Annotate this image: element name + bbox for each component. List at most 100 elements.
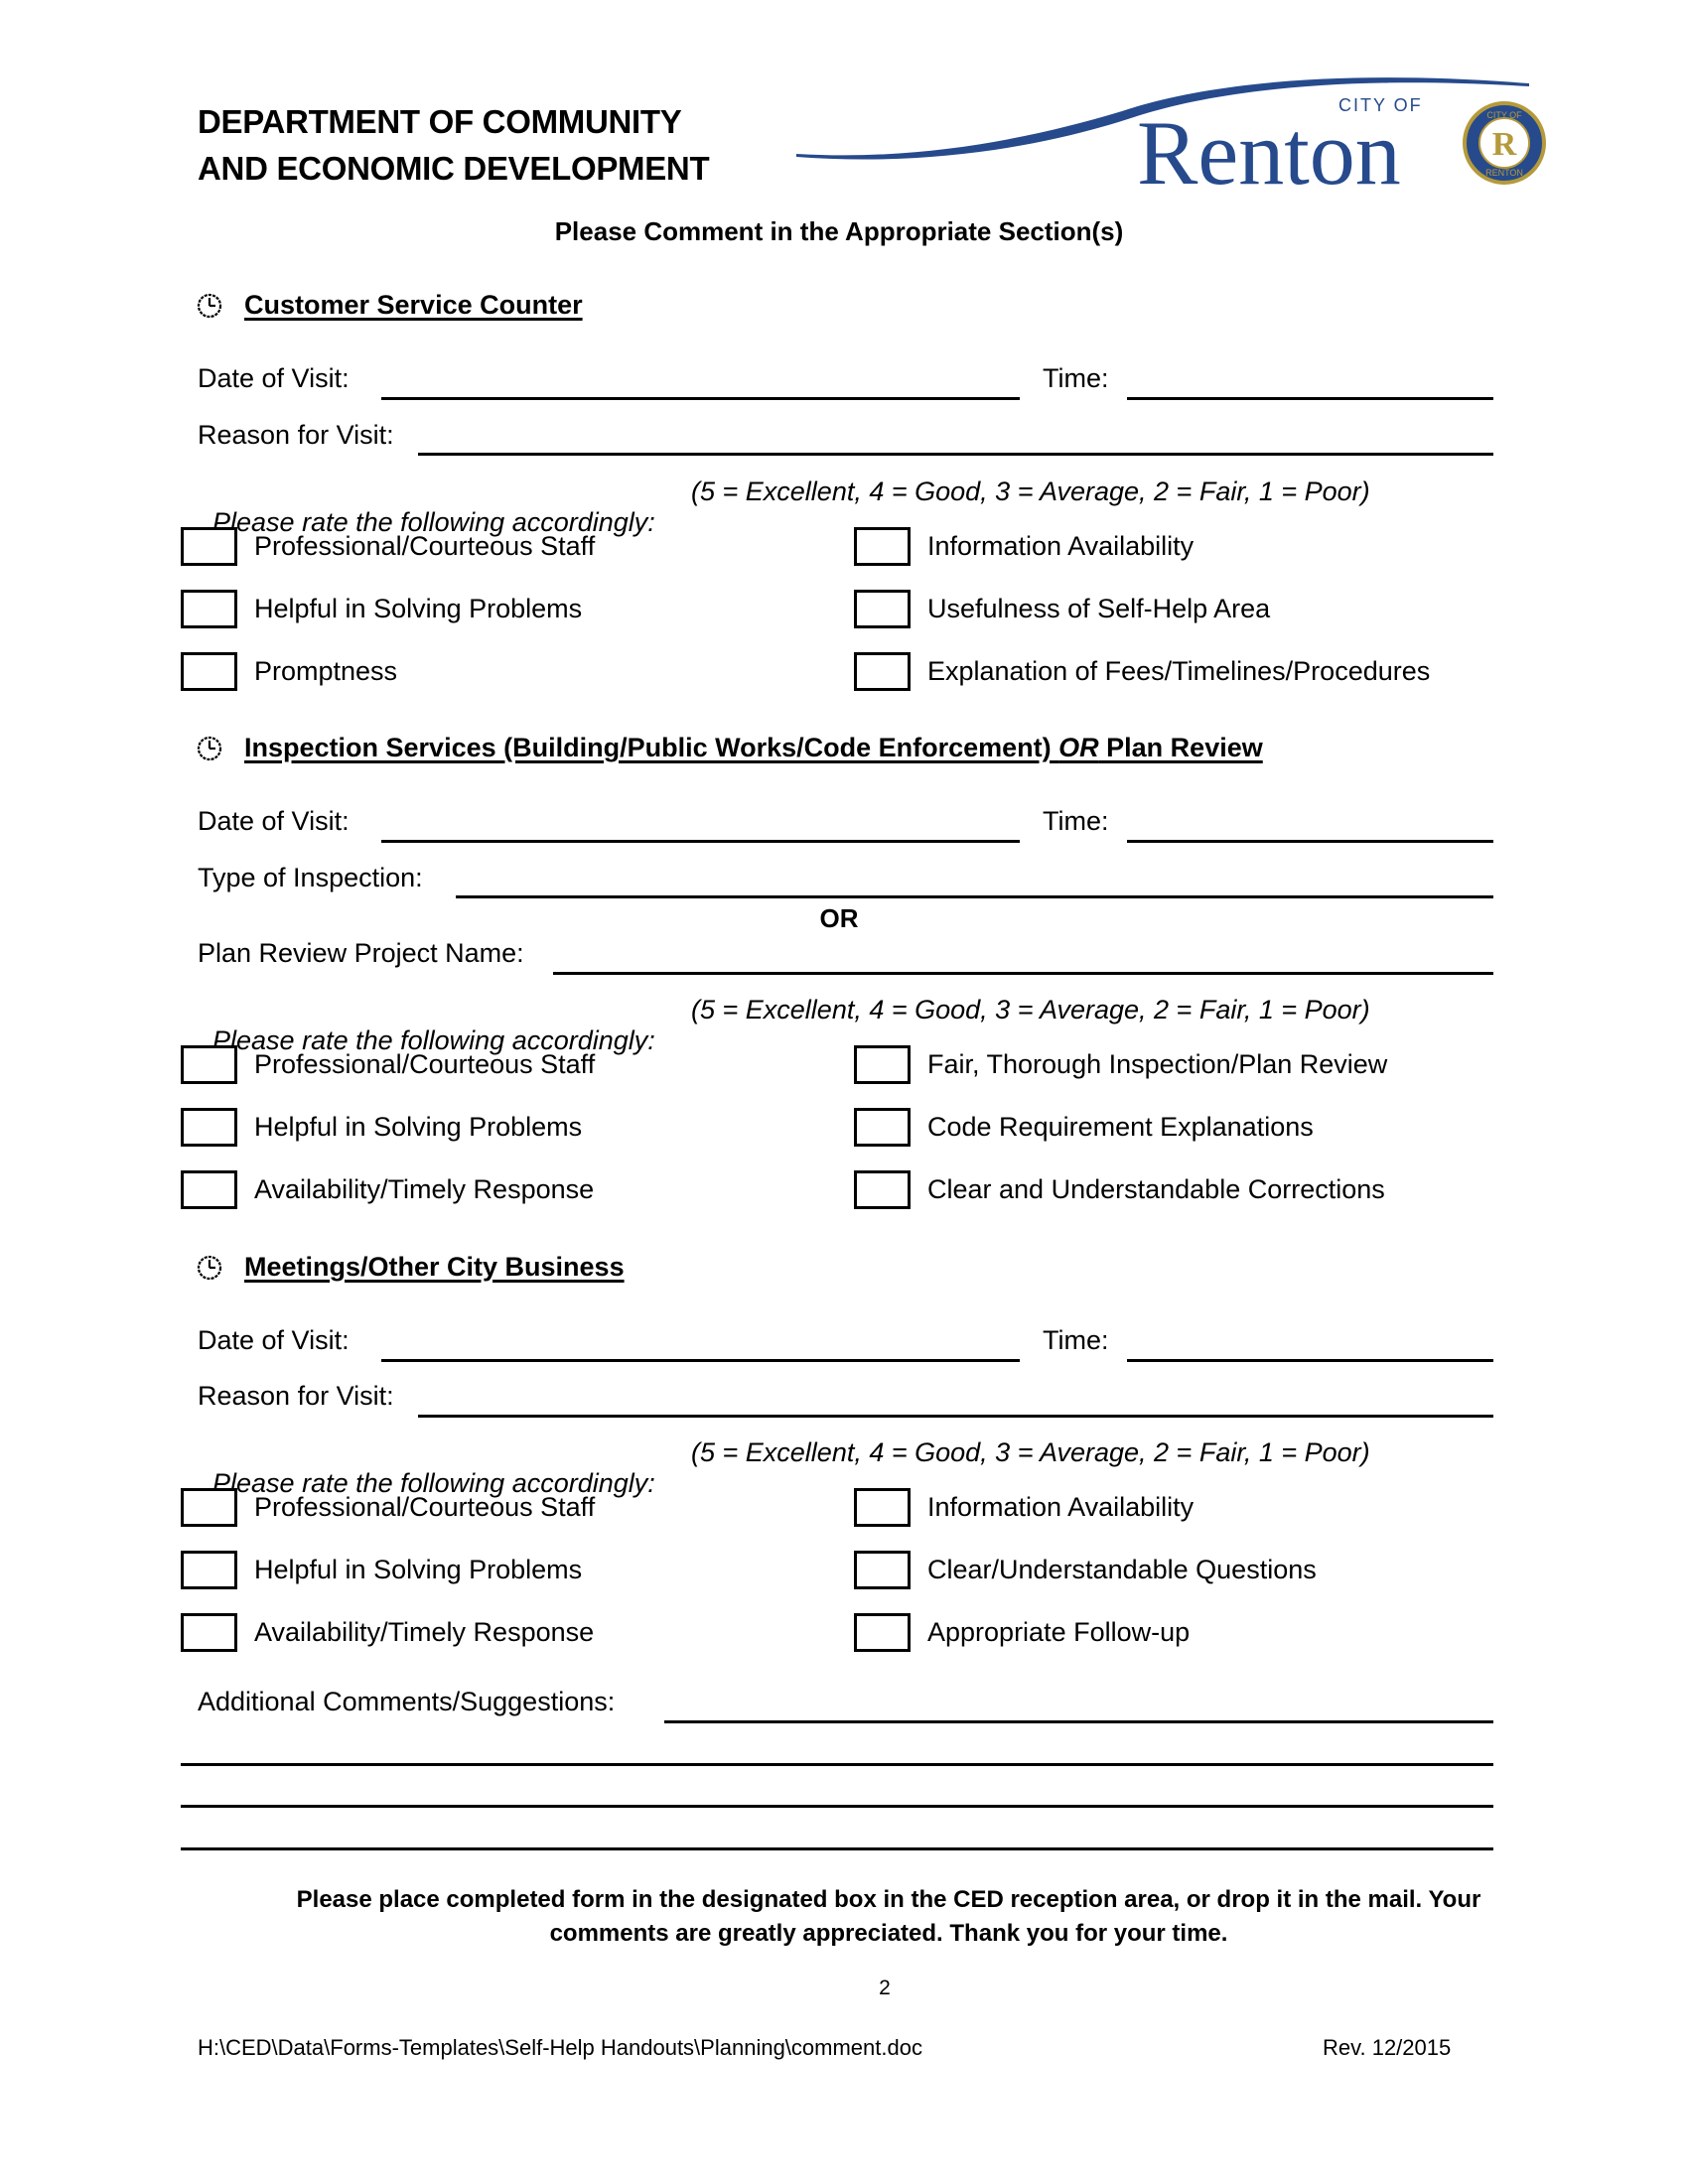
rating-item-label: Helpful in Solving Problems (254, 1555, 583, 1584)
rating-box[interactable] (181, 1045, 237, 1084)
time-field[interactable] (1127, 397, 1493, 400)
rating-box[interactable] (854, 527, 911, 566)
clock-icon (197, 1255, 222, 1280)
department-name-line-1: DEPARTMENT OF COMMUNITY (198, 103, 682, 140)
section-title: Meetings/Other City Business (244, 1252, 625, 1282)
form-subtitle: Please Comment in the Appropriate Sectio… (554, 216, 1124, 246)
rating-item: Usefulness of Self-Help Area (854, 590, 1270, 628)
plan-review-project-name-field[interactable] (553, 972, 1493, 975)
rating-box[interactable] (854, 590, 911, 628)
rating-item-label: Clear and Understandable Corrections (927, 1174, 1385, 1204)
additional-comments-label: Additional Comments/Suggestions: (198, 1687, 616, 1716)
rating-item: Clear and Understandable Corrections (854, 1170, 1385, 1209)
rating-box[interactable] (181, 1551, 237, 1589)
reason-for-visit-label: Reason for Visit: (198, 1381, 394, 1411)
reason-for-visit-field[interactable] (418, 453, 1493, 456)
rating-item: Helpful in Solving Problems (181, 1108, 582, 1147)
rating-box[interactable] (181, 527, 237, 566)
rating-item-label: Information Availability (927, 1492, 1195, 1522)
date-of-visit-label: Date of Visit: (198, 806, 350, 836)
rating-item-label: Appropriate Follow-up (927, 1617, 1191, 1647)
time-label: Time: (1043, 806, 1109, 836)
rating-box[interactable] (854, 1170, 911, 1209)
section-title: Inspection Services (Building/Public Wor… (244, 733, 1263, 762)
type-of-inspection-field[interactable] (456, 895, 1493, 898)
rating-item-label: Clear/Understandable Questions (927, 1555, 1317, 1584)
rating-scale: (5 = Excellent, 4 = Good, 3 = Average, 2… (691, 1437, 1370, 1467)
rating-item-label: Fair, Thorough Inspection/Plan Review (927, 1049, 1388, 1079)
city-of-renton-logo: CITY OF Renton R CITY OF RENTON (796, 77, 1546, 201)
rating-item: Fair, Thorough Inspection/Plan Review (854, 1045, 1387, 1084)
rating-box[interactable] (181, 1488, 237, 1527)
rating-item: Helpful in Solving Problems (181, 1551, 582, 1589)
time-field[interactable] (1127, 1359, 1493, 1362)
comments-line[interactable] (181, 1805, 1493, 1808)
logo-renton-text: Renton (1137, 102, 1401, 201)
rating-box[interactable] (854, 1551, 911, 1589)
date-of-visit-field[interactable] (381, 840, 1020, 843)
section-heading-meetings: Meetings/Other City Business (197, 1252, 625, 1283)
rating-item-label: Helpful in Solving Problems (254, 1112, 583, 1142)
comments-line[interactable] (181, 1847, 1493, 1850)
rating-scale: (5 = Excellent, 4 = Good, 3 = Average, 2… (691, 995, 1370, 1024)
date-of-visit-field[interactable] (381, 397, 1020, 400)
submission-instructions-line-2: comments are greatly appreciated. Thank … (549, 1920, 1228, 1947)
type-of-inspection-label: Type of Inspection: (198, 863, 423, 892)
rating-item: Availability/Timely Response (181, 1170, 594, 1209)
time-label: Time: (1043, 363, 1109, 393)
rating-item: Information Availability (854, 1488, 1194, 1527)
rating-item-label: Professional/Courteous Staff (254, 1049, 596, 1079)
rating-box[interactable] (854, 1613, 911, 1652)
rating-box[interactable] (854, 1108, 911, 1147)
page-number: 2 (879, 1977, 891, 1999)
rating-box[interactable] (181, 1108, 237, 1147)
reason-for-visit-field[interactable] (418, 1415, 1493, 1418)
rating-item: Availability/Timely Response (181, 1613, 594, 1652)
section-heading-inspection-services: Inspection Services (Building/Public Wor… (197, 733, 1263, 763)
rating-item: Professional/Courteous Staff (181, 527, 595, 566)
comments-line[interactable] (181, 1763, 1493, 1766)
svg-text:CITY OF: CITY OF (1486, 110, 1522, 120)
rating-item: Professional/Courteous Staff (181, 1045, 595, 1084)
or-separator: OR (819, 903, 859, 933)
rating-box[interactable] (181, 590, 237, 628)
rating-box[interactable] (181, 1613, 237, 1652)
rating-item: Professional/Courteous Staff (181, 1488, 595, 1527)
rating-item: Explanation of Fees/Timelines/Procedures (854, 652, 1430, 691)
clock-icon (197, 293, 222, 318)
rating-item-label: Code Requirement Explanations (927, 1112, 1314, 1142)
section-title: Customer Service Counter (244, 290, 583, 320)
rating-item: Appropriate Follow-up (854, 1613, 1190, 1652)
date-of-visit-label: Date of Visit: (198, 1325, 350, 1355)
time-field[interactable] (1127, 840, 1493, 843)
rating-item-label: Promptness (254, 656, 398, 686)
rating-item: Information Availability (854, 527, 1194, 566)
rating-box[interactable] (181, 652, 237, 691)
department-name-line-2: AND ECONOMIC DEVELOPMENT (198, 150, 710, 187)
date-of-visit-field[interactable] (381, 1359, 1020, 1362)
rating-box[interactable] (854, 1488, 911, 1527)
rating-item: Promptness (181, 652, 397, 691)
rating-scale: (5 = Excellent, 4 = Good, 3 = Average, 2… (691, 477, 1370, 506)
rating-item-label: Professional/Courteous Staff (254, 1492, 596, 1522)
file-path: H:\CED\Data\Forms-Templates\Self-Help Ha… (198, 2035, 922, 2060)
rating-box[interactable] (181, 1170, 237, 1209)
time-label: Time: (1043, 1325, 1109, 1355)
date-of-visit-label: Date of Visit: (198, 363, 350, 393)
rating-item-label: Availability/Timely Response (254, 1617, 595, 1647)
rating-item-label: Explanation of Fees/Timelines/Procedures (927, 656, 1431, 686)
rating-item-label: Usefulness of Self-Help Area (927, 594, 1271, 623)
plan-review-project-name-label: Plan Review Project Name: (198, 938, 524, 968)
rating-item-label: Availability/Timely Response (254, 1174, 595, 1204)
rating-box[interactable] (854, 652, 911, 691)
svg-text:R: R (1492, 126, 1517, 163)
revision-date: Rev. 12/2015 (1323, 2035, 1452, 2060)
rating-item-label: Helpful in Solving Problems (254, 594, 583, 623)
submission-instructions-line-1: Please place completed form in the desig… (296, 1886, 1481, 1913)
clock-icon (197, 736, 222, 760)
rating-item-label: Information Availability (927, 531, 1195, 561)
rating-box[interactable] (854, 1045, 911, 1084)
additional-comments-field[interactable] (664, 1720, 1493, 1723)
section-heading-customer-service: Customer Service Counter (197, 290, 583, 321)
rating-item: Clear/Understandable Questions (854, 1551, 1317, 1589)
